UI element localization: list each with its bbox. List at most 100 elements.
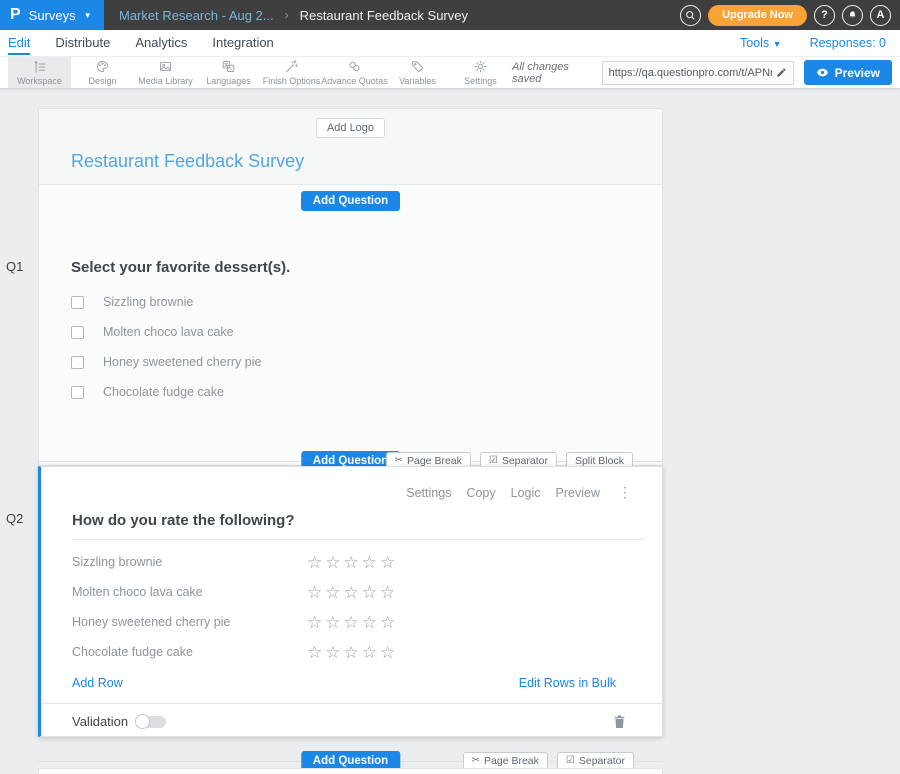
star-icon[interactable]: ☆ xyxy=(362,643,380,662)
tab-edit[interactable]: Edit xyxy=(8,31,30,55)
toolbar-item-design[interactable]: Design xyxy=(71,57,134,88)
languages-icon: A xyxy=(221,59,236,74)
toolbar-item-media-library[interactable]: Media Library xyxy=(134,57,197,88)
add-logo-button[interactable]: Add Logo xyxy=(316,118,385,138)
toolbar-item-settings[interactable]: Settings xyxy=(449,57,512,88)
edit-url-button[interactable] xyxy=(776,67,787,78)
star-icon[interactable]: ☆ xyxy=(307,613,325,632)
help-button[interactable]: ? xyxy=(814,5,835,26)
answer-option-label[interactable]: Chocolate fudge cake xyxy=(103,385,224,399)
star-rating: ☆☆☆☆☆ xyxy=(307,554,398,571)
star-icon[interactable]: ☆ xyxy=(380,583,398,602)
star-icon[interactable]: ☆ xyxy=(344,643,362,662)
rating-row: Sizzling brownie☆☆☆☆☆ xyxy=(41,547,662,577)
answer-option-label[interactable]: Molten choco lava cake xyxy=(103,325,234,339)
tools-menu[interactable]: Tools ▼ xyxy=(740,36,782,50)
toolbar-item-label: Finish Options xyxy=(263,76,321,86)
survey-block-1: Add Logo Restaurant Feedback Survey Add … xyxy=(38,108,663,466)
add-question-button[interactable]: Add Question xyxy=(301,191,400,211)
toolbar-item-advance-quotas[interactable]: Advance Quotas xyxy=(323,57,386,88)
star-icon[interactable]: ☆ xyxy=(362,583,380,602)
next-survey-block xyxy=(38,768,663,774)
star-icon[interactable]: ☆ xyxy=(307,583,325,602)
checkbox[interactable] xyxy=(71,326,84,339)
button-label: Page Break xyxy=(484,755,539,767)
search-button[interactable] xyxy=(680,5,701,26)
star-icon[interactable]: ☆ xyxy=(344,613,362,632)
rating-row-label[interactable]: Sizzling brownie xyxy=(72,555,307,569)
survey-url-field[interactable]: https://qa.questionpro.com/t/APNrFZgS xyxy=(602,61,794,85)
survey-url[interactable]: https://qa.questionpro.com/t/APNrFZgS xyxy=(609,67,772,79)
tab-integration[interactable]: Integration xyxy=(212,31,273,55)
question-menu-logic[interactable]: Logic xyxy=(511,486,541,500)
workspace-icon xyxy=(32,59,47,74)
checkbox[interactable] xyxy=(71,356,84,369)
question-text[interactable]: How do you rate the following? xyxy=(72,512,644,540)
validation-toggle[interactable] xyxy=(136,716,166,728)
star-icon[interactable]: ☆ xyxy=(325,613,343,632)
star-icon[interactable]: ☆ xyxy=(307,643,325,662)
product-switcher[interactable]: P Surveys ▼ xyxy=(0,0,104,30)
media-library-icon xyxy=(158,59,173,74)
preview-button[interactable]: Preview xyxy=(804,60,892,85)
star-icon[interactable]: ☆ xyxy=(362,613,380,632)
checkbox[interactable] xyxy=(71,386,84,399)
answer-option-label[interactable]: Sizzling brownie xyxy=(103,295,193,309)
answer-option-row: Chocolate fudge cake xyxy=(71,385,662,399)
toolbar-item-label: Media Library xyxy=(138,76,193,86)
star-icon[interactable]: ☆ xyxy=(325,553,343,572)
toolbar-item-workspace[interactable]: Workspace xyxy=(8,57,71,88)
star-icon[interactable]: ☆ xyxy=(307,553,325,572)
upgrade-now-button[interactable]: Upgrade Now xyxy=(708,5,807,26)
question-menu: Settings Copy Logic Preview ⋮ xyxy=(41,467,662,501)
rating-row-label[interactable]: Molten choco lava cake xyxy=(72,585,307,599)
account-avatar[interactable]: A xyxy=(870,5,891,26)
delete-question-button[interactable] xyxy=(613,714,626,729)
survey-title[interactable]: Restaurant Feedback Survey xyxy=(71,151,662,172)
edit-rows-in-bulk-link[interactable]: Edit Rows in Bulk xyxy=(519,676,616,690)
toolbar-item-label: Design xyxy=(88,76,116,86)
star-icon[interactable]: ☆ xyxy=(344,553,362,572)
star-icon[interactable]: ☆ xyxy=(325,583,343,602)
tab-distribute[interactable]: Distribute xyxy=(55,31,110,55)
tab-analytics[interactable]: Analytics xyxy=(135,31,187,55)
breadcrumb-folder[interactable]: Market Research - Aug 2... xyxy=(119,8,274,23)
questionpro-logo: P xyxy=(10,7,21,23)
question-q1[interactable]: Select your favorite dessert(s). Sizzlin… xyxy=(39,259,662,399)
rating-row-label[interactable]: Chocolate fudge cake xyxy=(72,645,307,659)
answer-option-label[interactable]: Honey sweetened cherry pie xyxy=(103,355,261,369)
add-row-link[interactable]: Add Row xyxy=(72,676,123,690)
toolbar-item-variables[interactable]: Variables xyxy=(386,57,449,88)
validation-label: Validation xyxy=(72,714,128,729)
star-icon[interactable]: ☆ xyxy=(325,643,343,662)
chevron-down-icon: ▼ xyxy=(773,39,782,49)
star-icon[interactable]: ☆ xyxy=(362,553,380,572)
toolbar-item-languages[interactable]: ALanguages xyxy=(197,57,260,88)
question-text[interactable]: Select your favorite dessert(s). xyxy=(71,259,662,276)
preview-label: Preview xyxy=(835,66,880,80)
star-icon[interactable]: ☆ xyxy=(380,553,398,572)
question-menu-copy[interactable]: Copy xyxy=(466,486,495,500)
save-status: All changes saved xyxy=(512,61,592,85)
star-icon[interactable]: ☆ xyxy=(380,613,398,632)
answer-option-row: Sizzling brownie xyxy=(71,295,662,309)
rating-row-label[interactable]: Honey sweetened cherry pie xyxy=(72,615,307,629)
star-icon[interactable]: ☆ xyxy=(380,643,398,662)
star-rating: ☆☆☆☆☆ xyxy=(307,614,398,631)
questionpro-survey-editor: P Surveys ▼ Market Research - Aug 2... ›… xyxy=(0,0,900,774)
question-menu-preview[interactable]: Preview xyxy=(556,486,600,500)
responses-count[interactable]: Responses: 0 xyxy=(810,36,886,50)
toolbar-item-finish-options[interactable]: Finish Options xyxy=(260,57,323,88)
notifications-button[interactable] xyxy=(842,5,863,26)
answer-option-row: Honey sweetened cherry pie xyxy=(71,355,662,369)
question-menu-settings[interactable]: Settings xyxy=(406,486,451,500)
tools-label: Tools xyxy=(740,36,769,50)
checkbox[interactable] xyxy=(71,296,84,309)
eye-icon xyxy=(816,66,829,79)
star-icon[interactable]: ☆ xyxy=(344,583,362,602)
more-options-icon[interactable]: ⋮ xyxy=(618,484,632,501)
rating-row: Chocolate fudge cake☆☆☆☆☆ xyxy=(41,637,662,667)
toolbar-items: Workspace Design Media Library ALanguagesFi… xyxy=(8,57,512,88)
question-q2-selected[interactable]: Settings Copy Logic Preview ⋮ How do you ra… xyxy=(38,466,663,737)
breadcrumb-survey-name: Restaurant Feedback Survey xyxy=(300,8,468,23)
